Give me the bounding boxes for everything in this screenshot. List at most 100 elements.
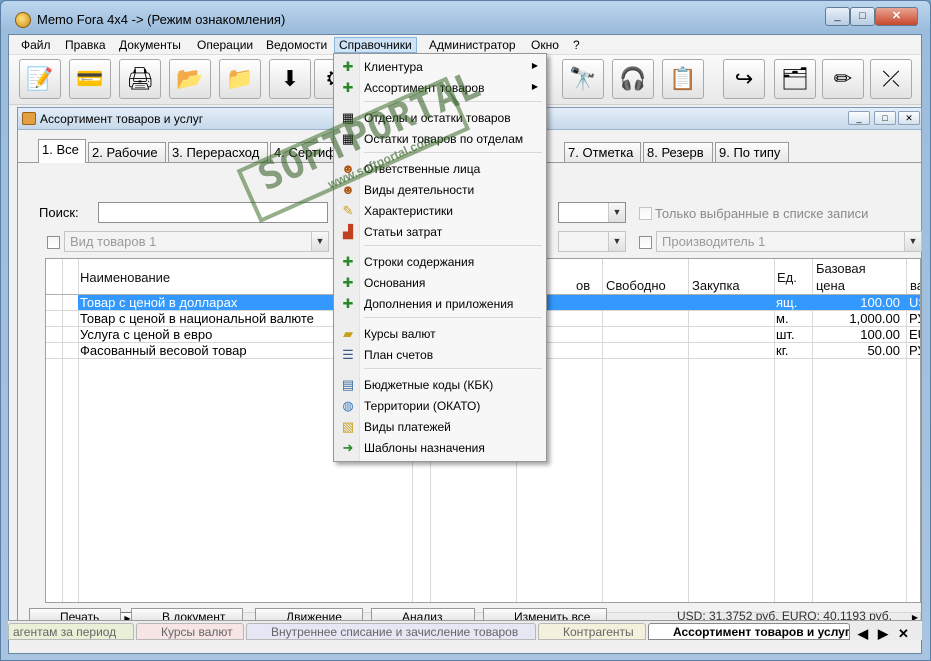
menu-item-activities[interactable]: ☻ Виды деятельности [336,180,544,200]
chevron-down-icon[interactable]: ▼ [608,232,625,251]
row1-price[interactable]: 100.00 [814,295,900,310]
tab-all[interactable]: 1. Все [38,139,86,163]
row3-name[interactable]: Услуга с ценой в евро [80,327,212,342]
search-dropdown[interactable]: ▼ [558,202,626,223]
menu-item-territories[interactable]: ◍ Территории (ОКАТО) [336,396,544,416]
chevron-down-icon[interactable]: ▼ [608,203,625,222]
tab-working[interactable]: 2. Рабочие [88,142,166,162]
only-selected-checkbox[interactable] [639,207,652,220]
task-internal-writeoff[interactable]: Внутреннее списание и зачисление товаров [246,623,536,640]
menu-item-clients[interactable]: ✚ Клиентура ▶ [336,57,544,77]
middle-select[interactable]: ▼ [558,231,626,252]
tab-overrun[interactable]: 3. Перерасход [168,142,268,162]
tabs-close-button[interactable]: ✕ [898,626,909,642]
row4-name[interactable]: Фасованный весовой товар [80,343,247,358]
folder-add-icon[interactable]: 📂 [169,59,211,99]
menu-administrator[interactable]: Администратор [425,37,520,53]
row1-currency[interactable]: US [909,295,920,310]
menu-edit[interactable]: Правка [61,37,110,53]
menu-item-label: Ассортимент товаров [364,81,485,95]
producer-select[interactable]: Производитель 1 ▼ [656,231,922,252]
menu-item-budget-codes[interactable]: ▤ Бюджетные коды (КБК) [336,375,544,395]
col-header-name[interactable]: Наименование [80,270,170,285]
goods-type-checkbox[interactable] [47,236,60,249]
col-header-free[interactable]: Свободно [606,278,666,293]
goods-type-select[interactable]: Вид товаров 1 ▼ [64,231,329,252]
edit-icon[interactable]: 📝 [19,59,61,99]
menu-item-responsible[interactable]: ☻ Ответственные лица [336,159,544,179]
menu-item-chart-of-accounts[interactable]: ☰ План счетов [336,345,544,365]
tab-reserve[interactable]: 8. Резерв [643,142,713,162]
inner-maximize-button[interactable]: □ [874,111,896,125]
col-header-base[interactable]: Базовая [816,261,866,276]
chevron-down-icon[interactable]: ▼ [904,232,921,251]
row1-unit[interactable]: ящ. [776,295,797,310]
exit-icon[interactable]: ⤫ [870,59,912,99]
maximize-button[interactable]: □ [850,7,875,26]
close-button[interactable]: ✕ [875,7,918,26]
pencil-icon[interactable]: ✏ [822,59,864,99]
menu-item-grounds[interactable]: ✚ Основания [336,273,544,293]
row1-name[interactable]: Товар с ценой в долларах [80,295,237,310]
menu-file[interactable]: Файл [17,37,55,53]
menu-item-label: Виды деятельности [364,183,475,197]
globe-icon: ◍ [342,398,354,413]
cash-register-icon[interactable]: 🖨 [119,59,161,99]
card-icon[interactable]: 💳 [69,59,111,99]
menu-item-currency-rates[interactable]: ▰ Курсы валют [336,324,544,344]
row4-price[interactable]: 50.00 [814,343,900,358]
menu-documents[interactable]: Документы [115,37,185,53]
folder-open-icon[interactable]: 📁 [219,59,261,99]
menu-item-content-lines[interactable]: ✚ Строки содержания [336,252,544,272]
download-icon[interactable]: ⬇ [269,59,311,99]
menu-references[interactable]: Справочники [334,37,417,53]
menu-item-stock-by-dept[interactable]: ▦ Остатки товаров по отделам [336,129,544,149]
col-header-currency[interactable]: ва [910,278,920,293]
inner-minimize-button[interactable]: _ [848,111,870,125]
headset-icon[interactable]: 🎧 [612,59,654,99]
col-header-price[interactable]: цена [816,278,845,293]
tabs-prev-button[interactable]: ◀ [858,626,868,642]
tabs-next-button[interactable]: ▶ [878,626,888,642]
row2-price[interactable]: 1,000.00 [814,311,900,326]
tab-by-type[interactable]: 9. По типу [715,142,789,162]
producer-checkbox[interactable] [639,236,652,249]
tab-mark[interactable]: 7. Отметка [564,142,641,162]
binoculars-icon[interactable]: 🔭 [562,59,604,99]
col-header-unit[interactable]: Ед. [777,270,797,285]
task-assortment[interactable]: Ассортимент товаров и услуг [648,623,850,640]
menu-item-purpose-templates[interactable]: ➜ Шаблоны назначения [336,438,544,458]
row2-currency[interactable]: РУ [909,311,920,326]
menu-item-departments[interactable]: ▦ Отделы и остатки товаров [336,108,544,128]
menu-item-characteristics[interactable]: ✎ Характеристики [336,201,544,221]
row2-unit[interactable]: м. [776,311,789,326]
row2-name[interactable]: Товар с ценой в национальной валюте [80,311,314,326]
minimize-button[interactable]: _ [825,7,850,26]
row4-unit[interactable]: кг. [776,343,788,358]
app-icon [15,12,31,28]
title-bar[interactable]: Memo Fora 4x4 -> (Режим ознакомления) _ … [1,1,930,35]
menu-item-payment-types[interactable]: ▧ Виды платежей [336,417,544,437]
menu-help[interactable]: ? [569,37,584,53]
row3-currency[interactable]: EU [909,327,920,342]
note-icon[interactable]: 📋 [662,59,704,99]
row4-currency[interactable]: РУ [909,343,920,358]
row3-unit[interactable]: шт. [776,327,795,342]
menu-item-assortment[interactable]: ✚ Ассортимент товаров ▶ [336,78,544,98]
chevron-down-icon[interactable]: ▼ [311,232,328,251]
col-header-purchase[interactable]: Закупка [692,278,740,293]
task-currency-rates[interactable]: Курсы валют [136,623,244,640]
row3-price[interactable]: 100.00 [814,327,900,342]
inner-close-button[interactable]: ✕ [898,111,920,125]
menu-window[interactable]: Окно [527,37,563,53]
search-input[interactable] [98,202,328,223]
menu-operations[interactable]: Операции [193,37,257,53]
menu-item-cost-items[interactable]: ▟ Статьи затрат [336,222,544,242]
forward-icon[interactable]: ↪ [723,59,765,99]
folder-blue-icon[interactable]: 🗂 [774,59,816,99]
col-header-vov[interactable]: ов [576,278,590,293]
menu-reports[interactable]: Ведомости [262,37,331,53]
task-agents-period[interactable]: агентам за период [8,623,134,640]
task-counterparties[interactable]: Контрагенты [538,623,646,640]
menu-item-addenda[interactable]: ✚ Дополнения и приложения [336,294,544,314]
